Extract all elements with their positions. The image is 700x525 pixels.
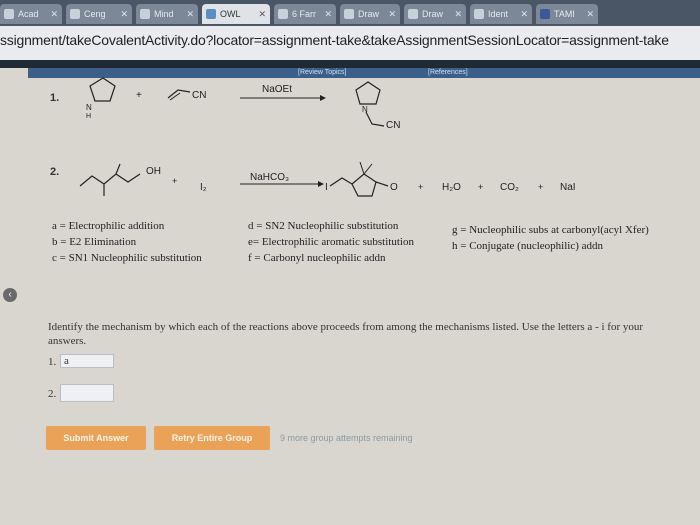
tab-favicon-icon (70, 9, 80, 19)
answer-2-label: 2. (48, 388, 57, 400)
mechanism-c: c = SN1 Nucleophilic substitution (52, 252, 202, 264)
retry-group-button[interactable]: Retry Entire Group (154, 426, 270, 450)
tab-favicon-icon (540, 9, 550, 19)
browser-tab-bar: Acad ✕ Ceng ✕ Mind ✕ OWL ✕ 6 Farr ✕ Draw ✕ Dra… (0, 0, 700, 26)
reaction-2-iodine: I (325, 182, 328, 193)
browser-tab-9[interactable]: TAMI ✕ (536, 4, 598, 24)
mechanism-g: g = Nucleophilic subs at carbonyl(acyl X… (452, 224, 649, 236)
close-tab-icon[interactable]: ✕ (388, 4, 396, 24)
browser-tab-8[interactable]: Ident ✕ (470, 4, 532, 24)
close-tab-icon[interactable]: ✕ (50, 4, 58, 24)
tab-favicon-icon (474, 9, 484, 19)
byproduct-nai: NaI (560, 182, 576, 193)
answer-1-label: 1. (48, 356, 57, 368)
tab-favicon-icon (344, 9, 354, 19)
browser-tab-7[interactable]: Draw ✕ (404, 4, 466, 24)
mechanism-e: e= Electrophilic aromatic substitution (248, 236, 414, 248)
svg-text:+: + (172, 176, 177, 186)
reaction-2-i2: I₂ (200, 182, 207, 193)
close-tab-icon[interactable]: ✕ (120, 4, 128, 24)
submit-answer-button[interactable]: Submit Answer (46, 426, 146, 450)
reaction-2-carbonyl-o: O (390, 182, 398, 193)
mechanism-d: d = SN2 Nucleophilic substitution (248, 220, 399, 232)
toolbar-strip (0, 60, 700, 68)
close-tab-icon[interactable]: ✕ (586, 4, 594, 24)
attempts-remaining-text: 9 more group attempts remaining (280, 433, 413, 443)
reaction-2-oh: OH (146, 166, 161, 177)
collapse-panel-icon[interactable]: ‹ (3, 288, 17, 302)
browser-tab-6[interactable]: Draw ✕ (340, 4, 400, 24)
mechanism-h: h = Conjugate (nucleophilic) addn (452, 240, 603, 252)
browser-tab-4[interactable]: OWL ✕ (202, 4, 270, 24)
close-tab-icon[interactable]: ✕ (324, 4, 332, 24)
mechanism-f: f = Carbonyl nucleophilic addn (248, 252, 386, 264)
svg-text:+: + (538, 182, 543, 192)
address-bar[interactable]: ssignment/takeCovalentActivity.do?locato… (0, 26, 700, 60)
browser-tab-2[interactable]: Ceng ✕ (66, 4, 132, 24)
reaction-2-conditions: NaHCO₃ (250, 172, 290, 183)
browser-tab-5[interactable]: 6 Farr ✕ (274, 4, 336, 24)
byproduct-water: H₂O (442, 182, 461, 193)
close-tab-icon[interactable]: ✕ (186, 4, 194, 24)
assignment-page: [Review Topics] [References] 1. N H + N … (0, 68, 700, 525)
tab-favicon-icon (140, 9, 150, 19)
browser-tab-3[interactable]: Mind ✕ (136, 4, 198, 24)
mechanism-b: b = E2 Elimination (52, 236, 137, 248)
tab-favicon-icon (278, 9, 288, 19)
mechanism-a: a = Electrophilic addition (52, 220, 165, 232)
close-tab-icon[interactable]: ✕ (258, 4, 266, 24)
tab-favicon-icon (4, 9, 14, 19)
tab-favicon-icon (408, 9, 418, 19)
svg-text:+: + (418, 182, 423, 192)
svg-text:+: + (478, 182, 483, 192)
instructions-text: Identify the mechanism by which each of … (48, 321, 644, 347)
browser-tab-1[interactable]: Acad ✕ (0, 4, 62, 24)
close-tab-icon[interactable]: ✕ (454, 4, 462, 24)
tab-favicon-icon (206, 9, 216, 19)
byproduct-co2: CO₂ (500, 182, 519, 193)
answer-2-input[interactable] (60, 384, 114, 402)
close-tab-icon[interactable]: ✕ (520, 4, 528, 24)
url-text: ssignment/takeCovalentActivity.do?locato… (0, 32, 669, 48)
answer-1-input[interactable]: a (60, 354, 114, 368)
